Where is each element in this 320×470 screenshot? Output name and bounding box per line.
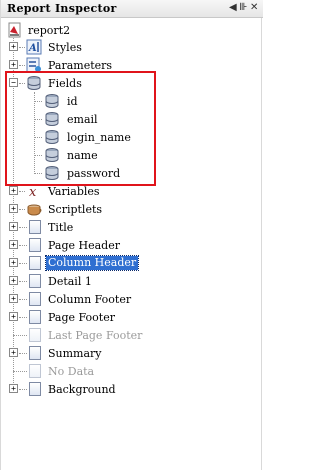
tree-item-page-footer[interactable]: + Page Footer: [1, 308, 263, 326]
tree-item-scriptlets[interactable]: + Scriptlets: [1, 200, 263, 218]
band-icon: [29, 292, 41, 306]
tree-item-label-selected: Column Header: [44, 255, 140, 271]
tree-connector: [13, 371, 27, 372]
tree-item-label: No Data: [48, 365, 95, 378]
tree-connector: [19, 353, 27, 354]
tree-item-summary[interactable]: + Summary: [1, 344, 263, 362]
svg-text:A: A: [28, 43, 37, 54]
fields-highlight-box: [5, 71, 156, 186]
tree-item-label: Variables: [48, 185, 100, 198]
tree-item-label: Background: [48, 383, 116, 396]
expand-icon[interactable]: +: [9, 348, 18, 357]
tree-connector: [19, 191, 25, 192]
expand-icon[interactable]: +: [9, 42, 18, 51]
report-inspector-panel: Report Inspector ◀ ⊪ ✕ report2 + A Style…: [0, 0, 263, 470]
tree-connector: [19, 317, 27, 318]
tree-connector: [19, 227, 27, 228]
scriptlets-icon: [27, 204, 42, 216]
band-icon: [29, 220, 41, 234]
tree-item-last-page-footer[interactable]: Last Page Footer: [1, 326, 263, 344]
tree-item-column-footer[interactable]: + Column Footer: [1, 290, 263, 308]
tree-item-label: Title: [48, 221, 74, 234]
tree-item-styles[interactable]: + A Styles: [1, 38, 263, 56]
tree-item-detail-1[interactable]: + Detail 1: [1, 272, 263, 290]
tree-connector: [13, 335, 27, 336]
tree-item-label: Page Footer: [48, 311, 115, 324]
band-icon: [29, 310, 41, 324]
panel-title: Report Inspector: [7, 2, 117, 15]
tree-item-label: Column Footer: [48, 293, 132, 306]
band-icon: [29, 238, 41, 252]
tree-root-label: report2: [28, 24, 71, 37]
tree-item-label: Summary: [48, 347, 102, 360]
report-icon: [8, 22, 21, 38]
panel-titlebar: Report Inspector ◀ ⊪ ✕: [1, 0, 263, 18]
band-icon: [29, 364, 41, 378]
expand-icon[interactable]: +: [9, 222, 18, 231]
tree-item-label: Page Header: [48, 239, 120, 252]
band-icon: [29, 328, 41, 342]
tree-item-column-header[interactable]: + Column Header: [1, 254, 263, 272]
tree-connector: [19, 245, 27, 246]
tree-item-background[interactable]: + Background: [1, 380, 263, 398]
band-icon: [29, 346, 41, 360]
tree-item-label: Detail 1: [48, 275, 92, 288]
expand-icon[interactable]: +: [9, 204, 18, 213]
expand-icon[interactable]: +: [9, 60, 18, 69]
panel-minimize-icon[interactable]: ◀: [229, 2, 237, 13]
tree-item-no-data[interactable]: No Data: [1, 362, 263, 380]
tree-item-label: Styles: [48, 41, 82, 54]
tree-item-title[interactable]: + Title: [1, 218, 263, 236]
styles-icon: A: [26, 39, 42, 55]
variables-icon: x: [29, 185, 37, 199]
tree-connector: [19, 299, 27, 300]
band-icon: [29, 274, 41, 288]
tree-item-label: Last Page Footer: [48, 329, 143, 342]
expand-icon[interactable]: +: [9, 384, 18, 393]
svg-text:x: x: [29, 185, 37, 199]
panel-close-icon[interactable]: ✕: [250, 2, 258, 13]
tree-connector: [19, 209, 25, 210]
tree-root[interactable]: report2: [1, 21, 263, 39]
tree-connector: [19, 47, 25, 48]
expand-icon[interactable]: +: [9, 258, 18, 267]
tree-connector: [19, 65, 25, 66]
expand-icon[interactable]: +: [9, 186, 18, 195]
panel-restore-icon[interactable]: ⊪: [239, 2, 248, 13]
expand-icon[interactable]: +: [9, 240, 18, 249]
band-icon: [29, 256, 41, 270]
expand-icon[interactable]: +: [9, 276, 18, 285]
tree-item-variables[interactable]: + x Variables: [1, 182, 263, 200]
band-icon: [29, 382, 41, 396]
tree-connector: [19, 281, 27, 282]
tree-connector: [19, 263, 27, 264]
expand-icon[interactable]: +: [9, 294, 18, 303]
tree-item-page-header[interactable]: + Page Header: [1, 236, 263, 254]
tree-item-label: Scriptlets: [48, 203, 103, 216]
expand-icon[interactable]: +: [9, 312, 18, 321]
tree-connector: [19, 389, 27, 390]
